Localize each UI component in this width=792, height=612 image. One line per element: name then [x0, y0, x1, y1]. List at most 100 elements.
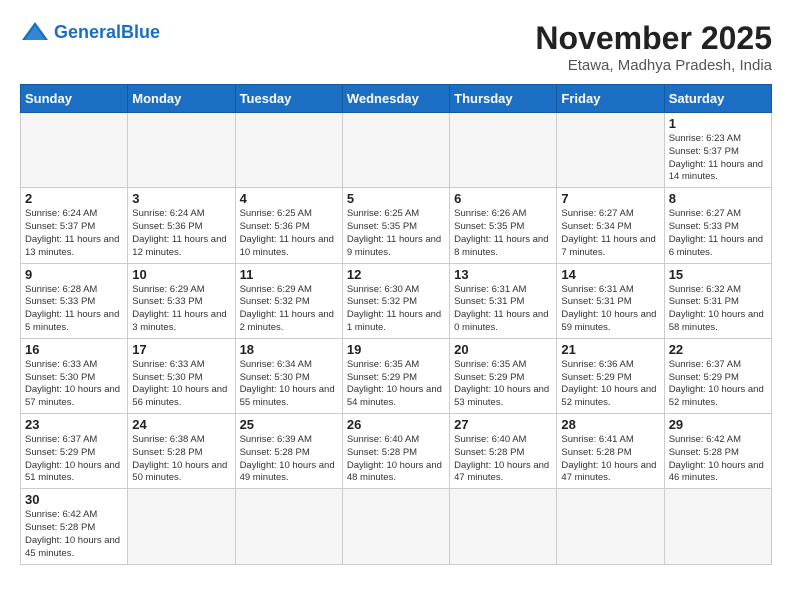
day-number: 15 — [669, 267, 767, 282]
logo-icon — [20, 20, 50, 44]
day-info: Sunrise: 6:29 AM Sunset: 5:33 PM Dayligh… — [132, 284, 230, 335]
header-row: SundayMondayTuesdayWednesdayThursdayFrid… — [21, 85, 772, 113]
day-info: Sunrise: 6:24 AM Sunset: 5:36 PM Dayligh… — [132, 208, 230, 259]
day-info: Sunrise: 6:37 AM Sunset: 5:29 PM Dayligh… — [669, 359, 767, 410]
day-info: Sunrise: 6:35 AM Sunset: 5:29 PM Dayligh… — [454, 359, 552, 410]
day-number: 8 — [669, 191, 767, 206]
calendar-cell — [235, 489, 342, 564]
day-info: Sunrise: 6:25 AM Sunset: 5:36 PM Dayligh… — [240, 208, 338, 259]
calendar-cell: 4 Sunrise: 6:25 AM Sunset: 5:36 PM Daylig… — [235, 188, 342, 263]
day-number: 20 — [454, 342, 552, 357]
calendar-cell: 2 Sunrise: 6:24 AM Sunset: 5:37 PM Daylig… — [21, 188, 128, 263]
day-info: Sunrise: 6:25 AM Sunset: 5:35 PM Dayligh… — [347, 208, 445, 259]
day-number: 22 — [669, 342, 767, 357]
day-number: 3 — [132, 191, 230, 206]
day-number: 10 — [132, 267, 230, 282]
calendar-subtitle: Etawa, Madhya Pradesh, India — [535, 57, 772, 74]
day-number: 24 — [132, 417, 230, 432]
calendar-cell — [235, 113, 342, 188]
day-info: Sunrise: 6:24 AM Sunset: 5:37 PM Dayligh… — [25, 208, 123, 259]
calendar-cell — [21, 113, 128, 188]
day-number: 23 — [25, 417, 123, 432]
calendar-cell — [128, 113, 235, 188]
calendar-cell: 16Sunrise: 6:33 AM Sunset: 5:30 PM Dayli… — [21, 338, 128, 413]
logo-general: General — [54, 22, 121, 42]
day-number: 18 — [240, 342, 338, 357]
calendar-cell: 5Sunrise: 6:25 AM Sunset: 5:35 PM Daylig… — [342, 188, 449, 263]
day-number: 6 — [454, 191, 552, 206]
calendar-cell: 9 Sunrise: 6:28 AM Sunset: 5:33 PM Daylig… — [21, 263, 128, 338]
day-info: Sunrise: 6:34 AM Sunset: 5:30 PM Dayligh… — [240, 359, 338, 410]
day-info: Sunrise: 6:38 AM Sunset: 5:28 PM Dayligh… — [132, 434, 230, 485]
calendar-cell: 6 Sunrise: 6:26 AM Sunset: 5:35 PM Daylig… — [450, 188, 557, 263]
day-number: 11 — [240, 267, 338, 282]
day-info: Sunrise: 6:40 AM Sunset: 5:28 PM Dayligh… — [454, 434, 552, 485]
calendar-cell: 25Sunrise: 6:39 AM Sunset: 5:28 PM Dayli… — [235, 414, 342, 489]
header-friday: Friday — [557, 85, 664, 113]
day-info: Sunrise: 6:31 AM Sunset: 5:31 PM Dayligh… — [454, 284, 552, 335]
calendar-table: SundayMondayTuesdayWednesdayThursdayFrid… — [20, 84, 772, 565]
calendar-cell: 3 Sunrise: 6:24 AM Sunset: 5:36 PM Daylig… — [128, 188, 235, 263]
day-info: Sunrise: 6:26 AM Sunset: 5:35 PM Dayligh… — [454, 208, 552, 259]
calendar-cell: 1 Sunrise: 6:23 AM Sunset: 5:37 PM Daylig… — [664, 113, 771, 188]
header-thursday: Thursday — [450, 85, 557, 113]
title-section: November 2025 Etawa, Madhya Pradesh, Ind… — [535, 20, 772, 74]
day-info: Sunrise: 6:28 AM Sunset: 5:33 PM Dayligh… — [25, 284, 123, 335]
day-number: 12 — [347, 267, 445, 282]
calendar-cell — [128, 489, 235, 564]
calendar-cell: 11 Sunrise: 6:29 AM Sunset: 5:32 PM Dayli… — [235, 263, 342, 338]
calendar-cell: 17Sunrise: 6:33 AM Sunset: 5:30 PM Dayli… — [128, 338, 235, 413]
day-number: 28 — [561, 417, 659, 432]
calendar-cell: 30 Sunrise: 6:42 AM Sunset: 5:28 PM Dayli… — [21, 489, 128, 564]
header-wednesday: Wednesday — [342, 85, 449, 113]
header-saturday: Saturday — [664, 85, 771, 113]
calendar-cell — [450, 489, 557, 564]
calendar-cell: 29 Sunrise: 6:42 AM Sunset: 5:28 PM Dayli… — [664, 414, 771, 489]
calendar-cell: 23 Sunrise: 6:37 AM Sunset: 5:29 PM Dayli… — [21, 414, 128, 489]
day-info: Sunrise: 6:42 AM Sunset: 5:28 PM Dayligh… — [25, 509, 123, 560]
week-row-6: 30 Sunrise: 6:42 AM Sunset: 5:28 PM Dayli… — [21, 489, 772, 564]
day-info: Sunrise: 6:30 AM Sunset: 5:32 PM Dayligh… — [347, 284, 445, 335]
day-info: Sunrise: 6:29 AM Sunset: 5:32 PM Dayligh… — [240, 284, 338, 335]
calendar-cell: 22 Sunrise: 6:37 AM Sunset: 5:29 PM Dayli… — [664, 338, 771, 413]
day-number: 4 — [240, 191, 338, 206]
day-info: Sunrise: 6:23 AM Sunset: 5:37 PM Dayligh… — [669, 133, 767, 184]
day-info: Sunrise: 6:36 AM Sunset: 5:29 PM Dayligh… — [561, 359, 659, 410]
day-number: 26 — [347, 417, 445, 432]
day-info: Sunrise: 6:33 AM Sunset: 5:30 PM Dayligh… — [132, 359, 230, 410]
day-number: 27 — [454, 417, 552, 432]
calendar-title: November 2025 — [535, 20, 772, 57]
day-info: Sunrise: 6:32 AM Sunset: 5:31 PM Dayligh… — [669, 284, 767, 335]
header-monday: Monday — [128, 85, 235, 113]
day-info: Sunrise: 6:40 AM Sunset: 5:28 PM Dayligh… — [347, 434, 445, 485]
calendar-cell: 13Sunrise: 6:31 AM Sunset: 5:31 PM Dayli… — [450, 263, 557, 338]
day-number: 7 — [561, 191, 659, 206]
calendar-cell: 10 Sunrise: 6:29 AM Sunset: 5:33 PM Dayli… — [128, 263, 235, 338]
logo-blue: Blue — [121, 22, 160, 42]
week-row-1: 1 Sunrise: 6:23 AM Sunset: 5:37 PM Daylig… — [21, 113, 772, 188]
logo-text: GeneralBlue — [54, 22, 160, 43]
calendar-cell: 27 Sunrise: 6:40 AM Sunset: 5:28 PM Dayli… — [450, 414, 557, 489]
week-row-3: 9 Sunrise: 6:28 AM Sunset: 5:33 PM Daylig… — [21, 263, 772, 338]
day-info: Sunrise: 6:27 AM Sunset: 5:33 PM Dayligh… — [669, 208, 767, 259]
day-number: 2 — [25, 191, 123, 206]
day-number: 25 — [240, 417, 338, 432]
calendar-cell: 24 Sunrise: 6:38 AM Sunset: 5:28 PM Dayli… — [128, 414, 235, 489]
calendar-cell: 7Sunrise: 6:27 AM Sunset: 5:34 PM Daylig… — [557, 188, 664, 263]
week-row-4: 16Sunrise: 6:33 AM Sunset: 5:30 PM Dayli… — [21, 338, 772, 413]
day-info: Sunrise: 6:37 AM Sunset: 5:29 PM Dayligh… — [25, 434, 123, 485]
calendar-cell: 15 Sunrise: 6:32 AM Sunset: 5:31 PM Dayli… — [664, 263, 771, 338]
header-sunday: Sunday — [21, 85, 128, 113]
day-number: 30 — [25, 492, 123, 507]
calendar-cell: 14Sunrise: 6:31 AM Sunset: 5:31 PM Dayli… — [557, 263, 664, 338]
day-number: 9 — [25, 267, 123, 282]
calendar-cell — [557, 113, 664, 188]
day-info: Sunrise: 6:42 AM Sunset: 5:28 PM Dayligh… — [669, 434, 767, 485]
day-number: 1 — [669, 116, 767, 131]
calendar-cell — [342, 489, 449, 564]
day-number: 19 — [347, 342, 445, 357]
day-number: 29 — [669, 417, 767, 432]
calendar-cell: 19Sunrise: 6:35 AM Sunset: 5:29 PM Dayli… — [342, 338, 449, 413]
calendar-cell: 21Sunrise: 6:36 AM Sunset: 5:29 PM Dayli… — [557, 338, 664, 413]
page-header: GeneralBlue November 2025 Etawa, Madhya … — [20, 20, 772, 74]
